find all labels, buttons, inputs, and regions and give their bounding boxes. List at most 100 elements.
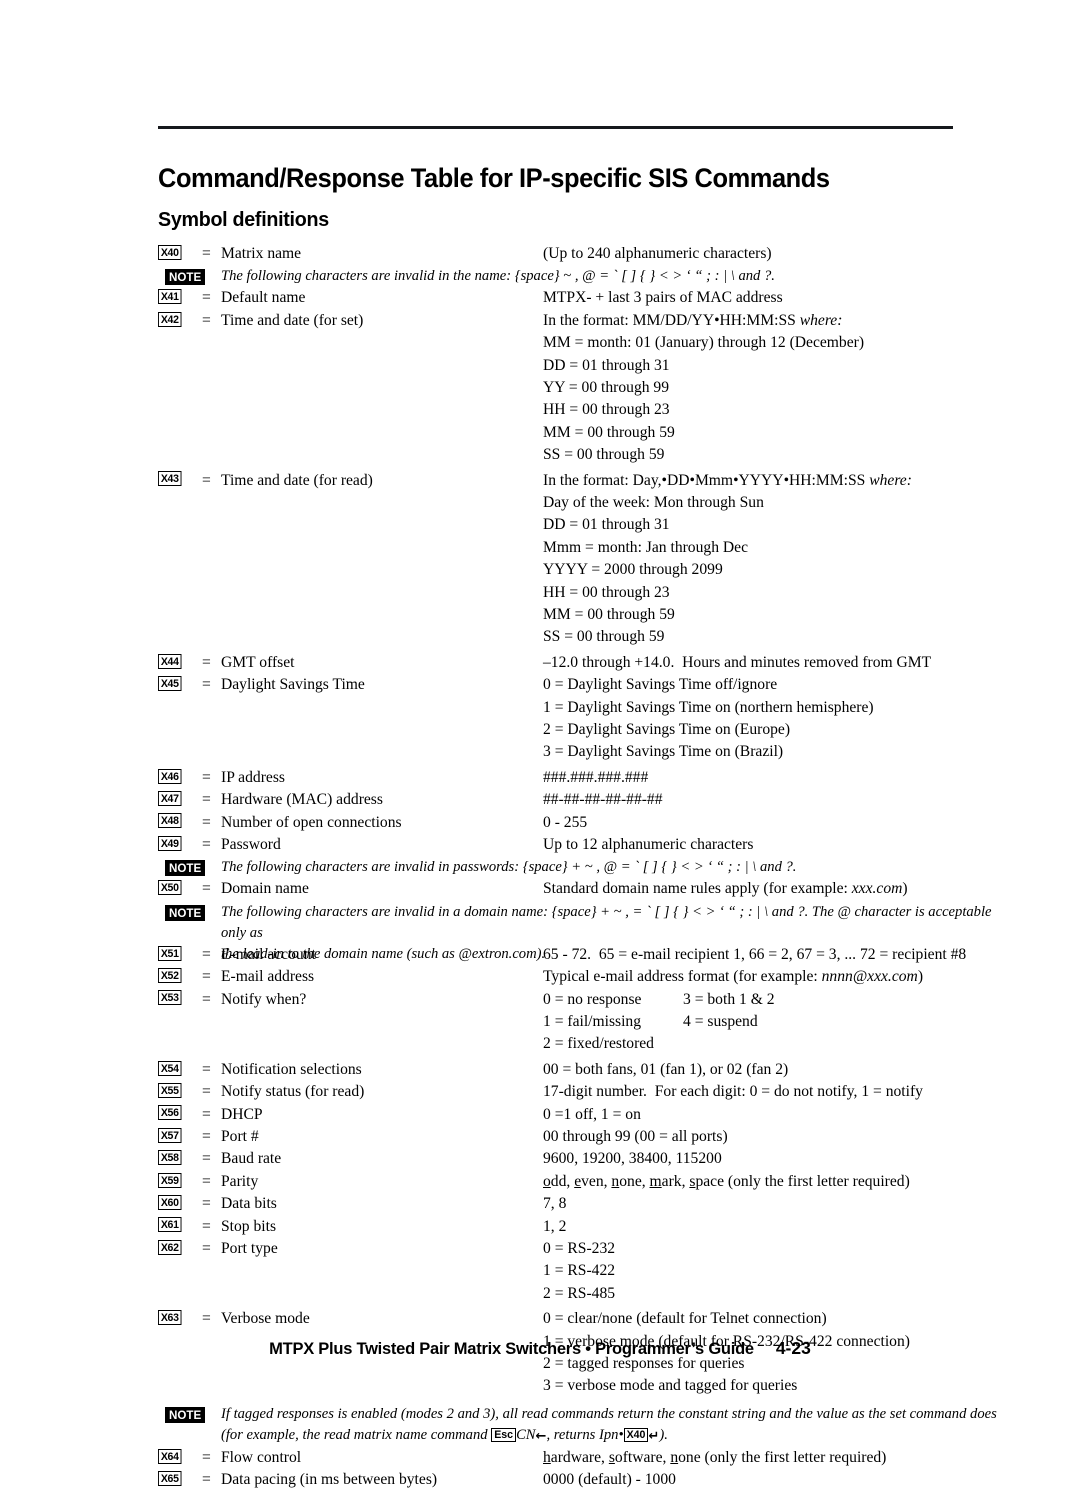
- section-heading: Symbol definitions: [158, 208, 329, 231]
- equals-sign: =: [202, 768, 211, 786]
- symbol-tag-badge: X40: [158, 244, 182, 260]
- page-footer: MTPX Plus Twisted Pair Matrix Switchers …: [0, 1338, 1080, 1359]
- symbol-tag-badge: X55: [158, 1083, 182, 1099]
- note-row: NOTE If tagged responses is enabled (mode…: [158, 1404, 997, 1444]
- symbol-tag-badge: X59: [158, 1172, 182, 1188]
- symbol-value: 7, 8: [543, 1195, 567, 1213]
- symbol-description: Baud rate: [221, 1150, 282, 1168]
- symbol-description: Data bits: [221, 1195, 277, 1213]
- equals-sign: =: [202, 813, 211, 831]
- symbol-value: 17-digit number. For each digit: 0 = do …: [543, 1083, 923, 1101]
- symbol-row: X65 = Data pacing (in ms between bytes) 000…: [158, 1469, 958, 1491]
- equals-sign: =: [202, 836, 211, 853]
- x40-tag-badge: X40: [623, 1427, 649, 1442]
- return-arrow-icon: ↵: [648, 1428, 660, 1444]
- symbol-description: Time and date (for set): [221, 311, 364, 329]
- equals-sign: =: [202, 1150, 211, 1168]
- symbol-tag-badge: X44: [158, 653, 182, 669]
- note-row: NOTE The following characters are invalid…: [158, 902, 992, 962]
- symbol-row: X56 = DHCP 0 =1 off, 1 = on: [158, 1104, 958, 1126]
- footer-page-number: 4-23: [775, 1338, 811, 1358]
- symbol-tag-cell: X51: [158, 944, 200, 962]
- symbol-tag-cell: X58: [158, 1148, 200, 1166]
- equals-sign: =: [202, 791, 211, 809]
- symbol-value: (Up to 240 alphanumeric characters): [543, 245, 772, 262]
- symbol-description: Number of open connections: [221, 813, 402, 831]
- note-badge: NOTE: [165, 269, 206, 286]
- symbol-row: X60 = Data bits 7, 8: [158, 1193, 958, 1215]
- symbol-description: Port type: [221, 1240, 278, 1257]
- symbol-tag-badge: X57: [158, 1127, 182, 1143]
- symbol-value: hardware, software, none (only the first…: [543, 1448, 887, 1466]
- symbol-tag-badge: X46: [158, 768, 182, 784]
- symbol-tag-badge: X65: [158, 1471, 182, 1487]
- symbol-row: X59 = Parity odd, even, none, mark, space (…: [158, 1171, 958, 1193]
- esc-key-badge: Esc: [491, 1427, 517, 1442]
- symbol-tag-cell: X57: [158, 1126, 200, 1144]
- equals-sign: =: [202, 1060, 211, 1078]
- equals-sign: =: [202, 653, 211, 671]
- symbol-tag-cell: X65: [158, 1469, 200, 1487]
- symbol-description: E-mail account: [221, 945, 316, 963]
- symbol-value: ###.###.###.###: [543, 768, 649, 786]
- symbol-value: 1, 2: [543, 1217, 567, 1235]
- symbol-row: X50 = Domain name Standard domain name rule…: [158, 878, 958, 900]
- symbol-row: X43 = Time and date (for read) In the forma…: [158, 470, 958, 645]
- symbol-value: 0 =1 off, 1 = on: [543, 1105, 641, 1123]
- symbol-tag-badge: X41: [158, 289, 182, 305]
- symbol-tag-cell: X40: [158, 243, 200, 261]
- symbol-tag-badge: X47: [158, 791, 182, 807]
- symbol-row: X41 = Default name MTPX- + last 3 pairs of …: [158, 287, 958, 309]
- symbol-value: Up to 12 alphanumeric characters: [543, 836, 754, 853]
- symbol-row: X64 = Flow control hardware, software, none…: [158, 1447, 958, 1469]
- symbol-tag-cell: X49: [158, 834, 200, 852]
- symbol-value: –12.0 through +14.0. Hours and minutes r…: [543, 653, 932, 671]
- document-page: Command/Response Table for IP-specific S…: [0, 0, 1080, 1488]
- symbol-tag-cell: X52: [158, 966, 200, 984]
- equals-sign: =: [202, 945, 211, 963]
- symbol-tag-badge: X49: [158, 835, 182, 851]
- symbol-description: Notify status (for read): [221, 1083, 365, 1101]
- symbol-value: 0 - 255: [543, 813, 588, 831]
- symbol-description: Stop bits: [221, 1217, 277, 1235]
- symbol-tag-cell: X55: [158, 1081, 200, 1099]
- symbol-description: IP address: [221, 768, 285, 786]
- symbol-tag-badge: X48: [158, 813, 182, 829]
- equals-sign: =: [202, 880, 211, 898]
- symbol-row: X61 = Stop bits 1, 2: [158, 1216, 958, 1238]
- equals-sign: =: [202, 968, 211, 986]
- equals-sign: =: [202, 990, 211, 1008]
- symbol-tag-badge: X61: [158, 1217, 182, 1233]
- note-row: NOTE The following characters are invalid…: [158, 266, 958, 288]
- symbol-description: Default name: [221, 289, 306, 307]
- symbol-value: ##-##-##-##-##-##: [543, 791, 663, 809]
- symbol-value: Typical e-mail address format (for examp…: [543, 968, 924, 986]
- symbol-description: GMT offset: [221, 653, 295, 671]
- symbol-row: X54 = Notification selections 00 = both fan…: [158, 1059, 958, 1081]
- equals-sign: =: [202, 1105, 211, 1123]
- symbol-tag-cell: X45: [158, 674, 200, 692]
- note-text: The following characters are invalid in …: [221, 268, 775, 285]
- symbol-row: X45 = Daylight Savings Time 0 = Daylight Sa…: [158, 674, 958, 760]
- equals-sign: =: [202, 1172, 211, 1190]
- symbol-value: 0 = no response 3 = both 1 & 21 = fail/mi…: [543, 990, 775, 1053]
- symbol-description: DHCP: [221, 1105, 263, 1123]
- equals-sign: =: [202, 1195, 211, 1213]
- symbol-tag-cell: X62: [158, 1238, 200, 1256]
- symbol-row: X63 = Verbose mode 0 = clear/none (default …: [158, 1308, 958, 1394]
- symbol-description: Notify when?: [221, 990, 307, 1008]
- footer-title: MTPX Plus Twisted Pair Matrix Switchers …: [269, 1340, 754, 1358]
- symbol-tag-badge: X56: [158, 1105, 182, 1121]
- symbol-row: X49 = Password Up to 12 alphanumeric charac…: [158, 834, 958, 856]
- equals-sign: =: [202, 1217, 211, 1235]
- symbol-row: X51 = E-mail account 65 - 72. 65 = e-mail r…: [158, 944, 966, 966]
- symbol-tag-badge: X53: [158, 990, 182, 1006]
- equals-sign: =: [202, 245, 211, 262]
- symbol-value: 0000 (default) - 1000: [543, 1471, 676, 1489]
- symbol-tag-cell: X61: [158, 1216, 200, 1234]
- equals-sign: =: [202, 1448, 211, 1466]
- symbol-value: 0 = Daylight Savings Time off/ignore 1 = …: [543, 676, 874, 761]
- symbol-value: In the format: Day,•DD•Mmm•YYYY•HH:MM:SS…: [543, 471, 912, 646]
- symbol-value: Standard domain name rules apply (for ex…: [543, 880, 908, 898]
- equals-sign: =: [202, 1471, 211, 1489]
